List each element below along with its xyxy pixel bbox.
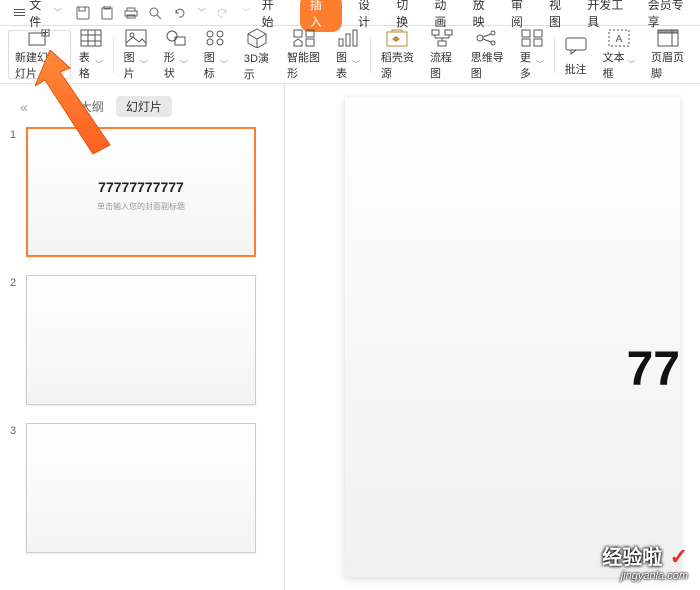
chevron-down-icon[interactable]: ﹀ [242,7,250,18]
hamburger-icon [14,7,25,18]
shape-label: 形状 [164,49,178,81]
slide-number: 1 [10,127,26,257]
flowchart-button[interactable]: 流程图 [422,30,463,79]
tab-start[interactable]: 开始 [262,0,284,30]
save-icon[interactable] [76,6,90,20]
slides-tab[interactable]: 幻灯片 [116,96,172,117]
slide-canvas[interactable]: 77 [345,97,680,577]
slide-thumbnail[interactable]: 77777777777 单击输入您的封面副标题 [26,127,256,257]
tab-view[interactable]: 视图 [549,0,571,30]
textbox-button[interactable]: A 文本框﹀ [595,30,643,79]
textbox-icon: A [608,29,630,47]
chevron-down-icon: ﹀ [54,7,62,18]
outline-tab[interactable]: 大纲 [80,98,104,115]
3d-demo-button[interactable]: 3D演示 [236,30,279,79]
comment-label: 批注 [565,61,587,77]
smartart-label: 智能图形 [287,49,320,81]
slide-thumbnail[interactable] [26,423,256,553]
smartart-button[interactable]: 智能图形 [279,30,328,79]
mindmap-label: 思维导图 [471,49,504,81]
table-label: 表格 [79,49,93,81]
tab-review[interactable]: 审阅 [511,0,533,30]
icon-gallery-icon [205,29,227,47]
chevron-down-icon: ﹀ [352,59,360,70]
resource-label: 稻壳资源 [381,49,414,81]
tab-design[interactable]: 设计 [358,0,380,30]
chart-button[interactable]: 图表﹀ [328,30,368,79]
chevron-down-icon: ﹀ [140,59,148,70]
mindmap-button[interactable]: 思维导图 [463,30,512,79]
canvas-title-text: 77 [627,342,680,397]
picture-label: 图片 [124,49,138,81]
mindmap-icon [476,29,498,47]
chart-label: 图表 [336,49,350,81]
paste-icon[interactable] [100,6,114,20]
icon-button[interactable]: 图标﹀ [196,30,236,79]
resource-button[interactable]: 稻壳资源 [373,30,422,79]
collapse-panel-icon[interactable]: « [20,99,28,115]
canvas-area: 77 [285,84,700,590]
new-slide-label: 新建幻灯片 [15,49,54,81]
slide-number: 2 [10,275,26,405]
picture-button[interactable]: 图片﹀ [116,30,156,79]
checkmark-icon: ✓ [670,544,688,569]
comment-icon [565,33,587,59]
watermark-main: 经验啦 [602,547,662,569]
more-icon [521,29,543,47]
tab-insert[interactable]: 插入 [300,0,342,32]
redo-icon[interactable] [216,6,230,20]
cube-icon [246,28,268,48]
table-button[interactable]: 表格﹀ [71,30,111,79]
icon-label: 图标 [204,49,218,81]
chevron-down-icon: ﹀ [180,59,188,70]
watermark: 经验啦 ✓ jingyanla.com [602,541,688,582]
tab-switch[interactable]: 切换 [396,0,418,30]
thumb-title: 77777777777 [28,179,254,195]
tab-member[interactable]: 会员专享 [648,0,692,30]
chevron-down-icon: ﹀ [627,59,635,70]
new-slide-button[interactable]: 新建幻灯片﹀ [8,30,71,79]
chevron-down-icon: ﹀ [536,59,544,70]
print-icon[interactable] [124,6,138,20]
preview-icon[interactable] [148,6,162,20]
table-icon [80,29,102,47]
shape-button[interactable]: 形状﹀ [156,30,196,79]
more-label: 更多 [520,49,534,81]
shape-icon [165,29,187,47]
tab-devtools[interactable]: 开发工具 [587,0,631,30]
undo-icon[interactable] [172,6,186,20]
chart-icon [337,29,359,47]
tab-animation[interactable]: 动画 [434,0,456,30]
more-button[interactable]: 更多﹀ [512,30,552,79]
flowchart-icon [431,29,453,47]
header-footer-button[interactable]: 页眉页脚 [643,30,692,79]
watermark-sub: jingyanla.com [602,570,688,582]
header-footer-icon [657,29,679,47]
flowchart-label: 流程图 [430,49,455,81]
tab-play[interactable]: 放映 [473,0,495,30]
slide-panel: « 大纲 幻灯片 1 77777777777 单击输入您的封面副标题 2 3 [0,84,285,590]
chevron-down-icon: ﹀ [56,59,64,70]
new-slide-icon [28,29,50,47]
comment-button[interactable]: 批注 [557,30,595,79]
3d-demo-label: 3D演示 [244,50,271,82]
slide-thumbnail[interactable] [26,275,256,405]
thumb-subtitle: 单击输入您的封面副标题 [28,201,254,212]
picture-icon [125,29,147,47]
resource-icon [386,29,408,47]
file-label: 文件 [29,0,51,30]
file-menu-button[interactable]: 文件 ﹀ [8,0,68,25]
smartart-icon [293,29,315,47]
textbox-label: 文本框 [603,49,625,81]
chevron-down-icon: ﹀ [220,59,228,70]
chevron-down-icon[interactable]: ﹀ [198,7,206,18]
chevron-down-icon: ﹀ [95,59,103,70]
svg-text:A: A [615,34,622,45]
slide-number: 3 [10,423,26,553]
header-footer-label: 页眉页脚 [651,49,684,81]
